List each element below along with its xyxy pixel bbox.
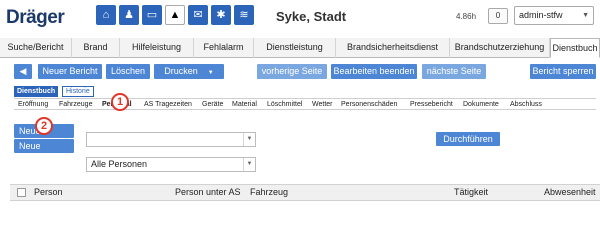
callout-marker-2: 2 <box>35 117 53 135</box>
person-icon[interactable]: ♟ <box>119 5 139 25</box>
column-person[interactable]: Person <box>34 185 63 200</box>
version-label: 4.86h <box>456 12 477 21</box>
location-title: Syke, Stadt <box>276 9 347 24</box>
nav-dokumente[interactable]: Dokumente <box>463 99 499 110</box>
persons-select-value: Alle Personen <box>91 159 148 169</box>
nav-geraete[interactable]: Geräte <box>202 99 223 110</box>
subtab-historie[interactable]: Historie <box>62 86 94 97</box>
toolbar: ◀ Neuer Bericht Löschen Drucken ▼ vorheri… <box>0 64 600 82</box>
nav-loeschmittel[interactable]: Löschmittel <box>267 99 302 110</box>
nav-abschluss[interactable]: Abschluss <box>510 99 542 110</box>
column-fahrzeug[interactable]: Fahrzeug <box>250 185 288 200</box>
chevron-down-icon: ▼ <box>207 70 214 76</box>
tab-brand[interactable]: Brand <box>72 38 120 58</box>
nav-material[interactable]: Material <box>232 99 257 110</box>
header-bar: Dräger ⌂ ♟ ▭ ▲ ✉ ✱ ≋ Syke, Stadt 4.86h 0… <box>0 0 600 38</box>
app-window: Dräger ⌂ ♟ ▭ ▲ ✉ ✱ ≋ Syke, Stadt 4.86h 0… <box>0 0 600 223</box>
column-abwesenheit[interactable]: Abwesenheit <box>544 185 596 200</box>
nav-eroeffnung[interactable]: Eröffnung <box>18 99 48 110</box>
layers-icon[interactable]: ≋ <box>234 5 254 25</box>
siren-icon[interactable]: ▲ <box>165 5 185 25</box>
settings-icon[interactable]: ✱ <box>211 5 231 25</box>
select-all-checkbox[interactable] <box>17 188 26 197</box>
tab-brandsicherheitsdienst[interactable]: Brandsicherheitsdienst <box>336 38 450 58</box>
section-nav: Eröffnung Fahrzeuge Personal AS Tragezei… <box>14 98 596 110</box>
tab-fehlalarm[interactable]: Fehlalarm <box>194 38 254 58</box>
notification-counter[interactable]: 0 <box>488 8 508 24</box>
user-select[interactable]: admin-stfw ▼ <box>514 6 594 25</box>
print-dropdown-button[interactable]: Drucken ▼ <box>154 64 224 79</box>
chevron-down-icon: ▼ <box>582 12 589 19</box>
callout-marker-1: 1 <box>111 93 129 111</box>
user-select-value: admin-stfw <box>519 10 563 20</box>
lock-report-button[interactable]: Bericht sperren <box>530 64 596 79</box>
chevron-down-icon: ▼ <box>243 133 255 146</box>
table-header: Person Person unter AS Fahrzeug Tätigkei… <box>10 184 600 201</box>
new-report-button[interactable]: Neuer Bericht <box>38 64 102 79</box>
tab-dienstleistung[interactable]: Dienstleistung <box>254 38 336 58</box>
nav-wetter[interactable]: Wetter <box>312 99 333 110</box>
next-page-button[interactable]: nächste Seite <box>422 64 486 79</box>
print-label: Drucken <box>164 66 198 76</box>
chevron-down-icon: ▼ <box>243 158 255 171</box>
tab-suche-bericht[interactable]: Suche/Bericht <box>0 38 72 58</box>
subtab-dienstbuch[interactable]: Dienstbuch <box>14 86 59 97</box>
nav-pressebericht[interactable]: Pressebericht <box>410 99 453 110</box>
vehicle-icon[interactable]: ▭ <box>142 5 162 25</box>
back-button[interactable]: ◀ <box>14 64 32 79</box>
finish-edit-button[interactable]: Bearbeiten beenden <box>331 64 417 79</box>
new-unit-button[interactable]: Neue Einheit <box>14 139 74 165</box>
header-icon-group: ⌂ ♟ ▭ ▲ ✉ ✱ ≋ <box>96 5 254 25</box>
column-person-unter-as[interactable]: Person unter AS <box>175 185 241 200</box>
nav-as-tragezeiten[interactable]: AS Tragezeiten <box>144 99 192 110</box>
main-tab-bar: Suche/Bericht Brand Hilfeleistung Fehlal… <box>0 38 600 58</box>
tab-dienstbuch[interactable]: Dienstbuch <box>550 38 600 58</box>
delete-button[interactable]: Löschen <box>106 64 150 79</box>
previous-page-button[interactable]: vorherige Seite <box>257 64 327 79</box>
mail-icon[interactable]: ✉ <box>188 5 208 25</box>
home-icon[interactable]: ⌂ <box>96 5 116 25</box>
unit-select[interactable]: ▼ <box>86 132 256 147</box>
brand-logo: Dräger <box>6 7 65 28</box>
tab-brandschutzerziehung[interactable]: Brandschutzerziehung <box>450 38 550 58</box>
persons-select[interactable]: Alle Personen ▼ <box>86 157 256 172</box>
column-taetigkeit[interactable]: Tätigkeit <box>454 185 488 200</box>
nav-personenschaeden[interactable]: Personenschäden <box>341 99 397 110</box>
tab-hilfeleistung[interactable]: Hilfeleistung <box>120 38 194 58</box>
execute-button[interactable]: Durchführen <box>436 132 500 146</box>
nav-fahrzeuge[interactable]: Fahrzeuge <box>59 99 92 110</box>
arrow-left-icon: ◀ <box>19 66 27 76</box>
